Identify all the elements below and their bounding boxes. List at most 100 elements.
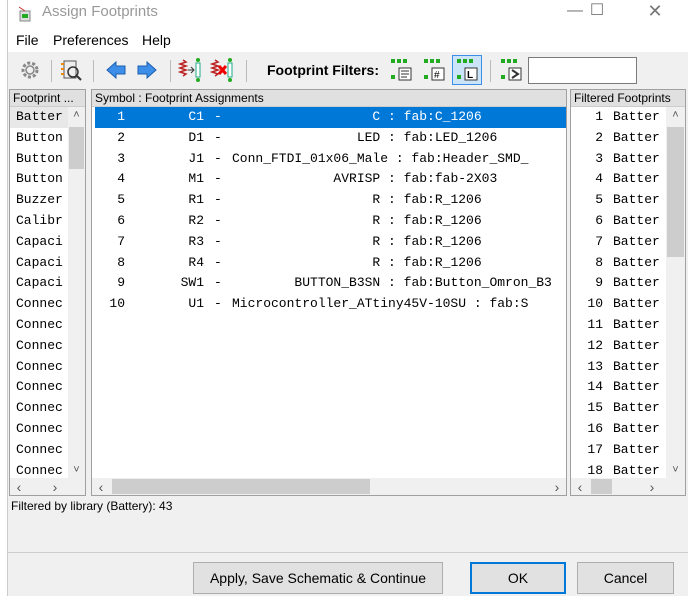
library-item[interactable]: Buzzer bbox=[10, 190, 68, 211]
delete-associations-icon[interactable] bbox=[208, 55, 238, 85]
assignment-row[interactable]: 5 R1- R : fab:R_1206 bbox=[95, 190, 566, 211]
toolbar-separator bbox=[93, 60, 94, 82]
row-number: 9 bbox=[117, 275, 125, 291]
horizontal-scrollbar[interactable]: ‹ › bbox=[10, 478, 85, 495]
library-item[interactable]: Capaci bbox=[10, 273, 68, 294]
filtered-footprint-item[interactable]: 7 Batter bbox=[571, 232, 666, 253]
library-item[interactable]: Connec bbox=[10, 377, 68, 398]
separator: - bbox=[214, 296, 222, 312]
library-item[interactable]: Button bbox=[10, 149, 68, 170]
library-item[interactable]: Connec bbox=[10, 294, 68, 315]
scroll-right-icon[interactable]: › bbox=[48, 479, 62, 495]
library-item[interactable]: Connec bbox=[10, 315, 68, 336]
filtered-footprint-item[interactable]: 8 Batter bbox=[571, 253, 666, 274]
assignment-row[interactable]: 4 M1- AVRISP : fab:fab-2X03 bbox=[95, 169, 566, 190]
scroll-left-icon[interactable]: ‹ bbox=[94, 479, 108, 495]
scroll-thumb[interactable] bbox=[69, 127, 84, 169]
scroll-right-icon[interactable]: › bbox=[645, 479, 659, 495]
item-number: 11 bbox=[587, 317, 603, 332]
filtered-footprint-item[interactable]: 3 Batter bbox=[571, 149, 666, 170]
arrow-left-icon[interactable] bbox=[101, 55, 131, 85]
value: R : fab:R_1206 bbox=[232, 233, 482, 249]
library-item[interactable]: Capaci bbox=[10, 253, 68, 274]
filter-text-icon[interactable] bbox=[496, 55, 526, 85]
assignment-row[interactable]: 8 R4- R : fab:R_1206 bbox=[95, 253, 566, 274]
assignment-row[interactable]: 2 D1- LED : fab:LED_1206 bbox=[95, 128, 566, 149]
filter-keywords-icon[interactable] bbox=[386, 55, 416, 85]
filtered-footprint-item[interactable]: 15 Batter bbox=[571, 398, 666, 419]
item-number: 15 bbox=[587, 400, 603, 416]
scroll-up-icon[interactable]: ˄ bbox=[666, 109, 685, 121]
vertical-scrollbar[interactable]: ˄ ˅ bbox=[68, 107, 85, 478]
library-item[interactable]: Connec bbox=[10, 440, 68, 461]
library-item[interactable]: Connec bbox=[10, 398, 68, 419]
scroll-thumb[interactable] bbox=[667, 127, 684, 257]
assignment-row[interactable]: 1 C1- C : fab:C_1206 bbox=[95, 107, 566, 128]
library-name: Connec bbox=[16, 400, 63, 416]
library-item[interactable]: Batter bbox=[10, 107, 68, 128]
filtered-footprint-item[interactable]: 12 Batter bbox=[571, 336, 666, 357]
filtered-footprint-item[interactable]: 10 Batter bbox=[571, 294, 666, 315]
filtered-footprint-item[interactable]: 13 Batter bbox=[571, 357, 666, 378]
assignment-row[interactable]: 3 J1- Conn_FTDI_01x06_Male : fab:Header_SM… bbox=[95, 149, 566, 170]
menu-preferences[interactable]: Preferences bbox=[53, 32, 128, 48]
library-item[interactable]: Connec bbox=[10, 419, 68, 440]
assignments-header: Symbol : Footprint Assignments bbox=[92, 90, 566, 107]
filtered-footprint-item[interactable]: 17 Batter bbox=[571, 440, 666, 461]
close-icon[interactable]: ✕ bbox=[632, 0, 678, 28]
item-number: 2 bbox=[595, 129, 603, 145]
filtered-footprint-item[interactable]: 4 Batter bbox=[571, 169, 666, 190]
library-name: Calibr bbox=[16, 213, 63, 228]
filtered-footprint-item[interactable]: 1 Batter bbox=[571, 107, 666, 128]
filtered-footprint-item[interactable]: 16 Batter bbox=[571, 419, 666, 440]
item-number: 14 bbox=[587, 379, 603, 395]
apply-save-continue-button[interactable]: Apply, Save Schematic & Continue bbox=[193, 562, 443, 594]
maximize-icon[interactable]: ☐ bbox=[574, 0, 620, 28]
library-item[interactable]: Calibr bbox=[10, 211, 68, 232]
cancel-button[interactable]: Cancel bbox=[577, 562, 674, 594]
library-item[interactable]: Connec bbox=[10, 336, 68, 357]
assignment-row[interactable]: 10 U1- Microcontroller_ATtiny45V-10SU : fa… bbox=[95, 294, 566, 315]
horizontal-scrollbar[interactable]: ‹ › bbox=[571, 478, 685, 495]
scroll-thumb[interactable] bbox=[591, 479, 612, 494]
scroll-left-icon[interactable]: ‹ bbox=[12, 479, 26, 495]
assignment-row[interactable]: 6 R2- R : fab:R_1206 bbox=[95, 211, 566, 232]
ok-button[interactable]: OK bbox=[470, 562, 566, 594]
reference: SW1 bbox=[180, 275, 204, 291]
library-item[interactable]: Connec bbox=[10, 357, 68, 378]
scroll-down-icon[interactable]: ˅ bbox=[68, 464, 85, 476]
footprint: : fab:LED_1206 bbox=[380, 129, 498, 145]
arrow-right-icon[interactable] bbox=[132, 55, 162, 85]
menu-file[interactable]: File bbox=[16, 32, 39, 48]
filter-pin-count-icon[interactable]: # bbox=[419, 55, 449, 85]
assignment-row[interactable]: 7 R3- R : fab:R_1206 bbox=[95, 232, 566, 253]
scroll-left-icon[interactable]: ‹ bbox=[573, 479, 587, 495]
scroll-right-icon[interactable]: › bbox=[550, 479, 564, 495]
reference: R1 bbox=[188, 192, 204, 208]
assignment-row[interactable]: 9 SW1- BUTTON_B3SN : fab:Button_Omron_B3 bbox=[95, 273, 566, 294]
horizontal-scrollbar[interactable]: ‹ › bbox=[92, 478, 566, 495]
filtered-footprint-item[interactable]: 5 Batter bbox=[571, 190, 666, 211]
library-item[interactable]: Button bbox=[10, 169, 68, 190]
scroll-down-icon[interactable]: ˅ bbox=[666, 464, 685, 476]
filtered-footprint-item[interactable]: 14 Batter bbox=[571, 377, 666, 398]
menu-help[interactable]: Help bbox=[142, 32, 171, 48]
item-number: 13 bbox=[587, 358, 603, 374]
filtered-footprints-header: Filtered Footprints bbox=[571, 90, 685, 107]
auto-associate-icon[interactable] bbox=[176, 55, 206, 85]
filtered-footprint-item[interactable]: 11 Batter bbox=[571, 315, 666, 336]
footprint: : fab:C_1206 bbox=[380, 109, 482, 124]
scroll-thumb[interactable] bbox=[112, 479, 370, 494]
reference: D1 bbox=[188, 129, 204, 145]
filtered-footprint-item[interactable]: 6 Batter bbox=[571, 211, 666, 232]
vertical-scrollbar[interactable]: ˄ ˅ bbox=[666, 107, 685, 478]
filtered-footprint-item[interactable]: 2 Batter bbox=[571, 128, 666, 149]
gear-icon[interactable] bbox=[15, 55, 45, 85]
filter-search-input[interactable] bbox=[528, 57, 637, 84]
library-item[interactable]: Button bbox=[10, 128, 68, 149]
footprint-viewer-icon[interactable] bbox=[56, 55, 86, 85]
scroll-up-icon[interactable]: ˄ bbox=[68, 109, 85, 121]
library-item[interactable]: Capaci bbox=[10, 232, 68, 253]
filtered-footprint-item[interactable]: 9 Batter bbox=[571, 273, 666, 294]
filter-library-icon[interactable]: L bbox=[452, 55, 482, 85]
